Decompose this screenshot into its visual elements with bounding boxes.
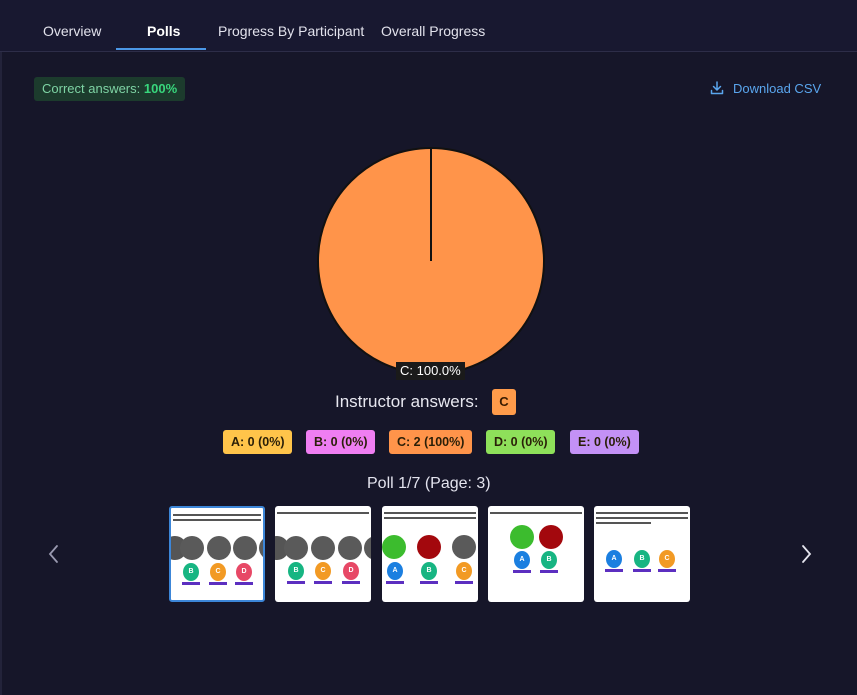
pie-slice-label: C: 100.0% [396,362,465,380]
red-circle [539,525,563,549]
option-c-icon: C [315,562,331,580]
correct-answers-label: Correct answers: [42,81,141,96]
instructor-answer-badge: C [492,389,516,415]
chevron-right-icon [802,545,812,563]
active-tab-indicator [116,48,206,50]
thumbnail-text [277,509,369,523]
tab-progress-by-participant[interactable]: Progress By Participant [218,0,364,51]
previous-poll-button[interactable] [44,540,64,568]
option-c-icon: C [659,550,675,568]
grey-circle [284,536,308,560]
answer-count-a: A: 0 (0%) [223,430,293,454]
option-c-icon: C [456,562,472,580]
instructor-answers-label: Instructor answers: [335,392,479,411]
tab-overview[interactable]: Overview [43,0,101,51]
option-d-icon: D [236,563,252,581]
grey-circle [452,535,476,559]
option-d-icon: D [343,562,359,580]
grey-circle [233,536,257,560]
poll-thumbnail-4[interactable]: A B [488,506,584,602]
poll-thumbnail-3[interactable]: A B C [382,506,478,602]
correct-answers-value: 100% [143,81,178,96]
grey-circle [180,536,204,560]
answer-count-d: D: 0 (0%) [486,430,556,454]
answer-count-c: C: 2 (100%) [389,430,473,454]
poll-thumbnail-5[interactable]: A B C [594,506,690,602]
thumbnail-text [490,509,582,517]
tab-polls[interactable]: Polls [147,0,180,51]
option-a-icon: A [514,551,530,569]
grey-circle [207,536,231,560]
option-a-icon: A [606,550,622,568]
thumbnail-text [173,511,261,525]
option-b-icon: B [183,563,199,581]
tab-overall-progress[interactable]: Overall Progress [381,0,485,51]
option-b-icon: B [288,562,304,580]
option-a-icon: A [387,562,403,580]
poll-page-indicator: Poll 1/7 (Page: 3) [367,475,491,492]
grey-circle [259,536,263,560]
answer-count-b: B: 0 (0%) [306,430,376,454]
poll-pie-chart [317,147,545,375]
poll-thumbnail-2[interactable]: B C D [275,506,371,602]
tab-bar: Overview Polls Progress By Participant O… [0,0,857,52]
download-icon [710,81,724,95]
grey-circle [311,536,335,560]
green-circle [510,525,534,549]
green-circle [382,535,406,559]
chevron-left-icon [48,545,58,563]
answer-count-e: E: 0 (0%) [570,430,639,454]
option-b-icon: B [421,562,437,580]
poll-thumbnail-1[interactable]: B C D [169,506,265,602]
grey-circle [364,536,371,560]
option-c-icon: C [210,563,226,581]
option-b-icon: B [634,550,650,568]
option-b-icon: B [541,551,557,569]
next-poll-button[interactable] [796,540,816,568]
red-circle [417,535,441,559]
download-csv-label: Download CSV [733,81,822,96]
thumbnail-text [384,509,476,523]
correct-answers-badge: Correct answers: 100% [34,77,186,101]
thumbnail-text [596,509,688,531]
grey-circle [338,536,362,560]
